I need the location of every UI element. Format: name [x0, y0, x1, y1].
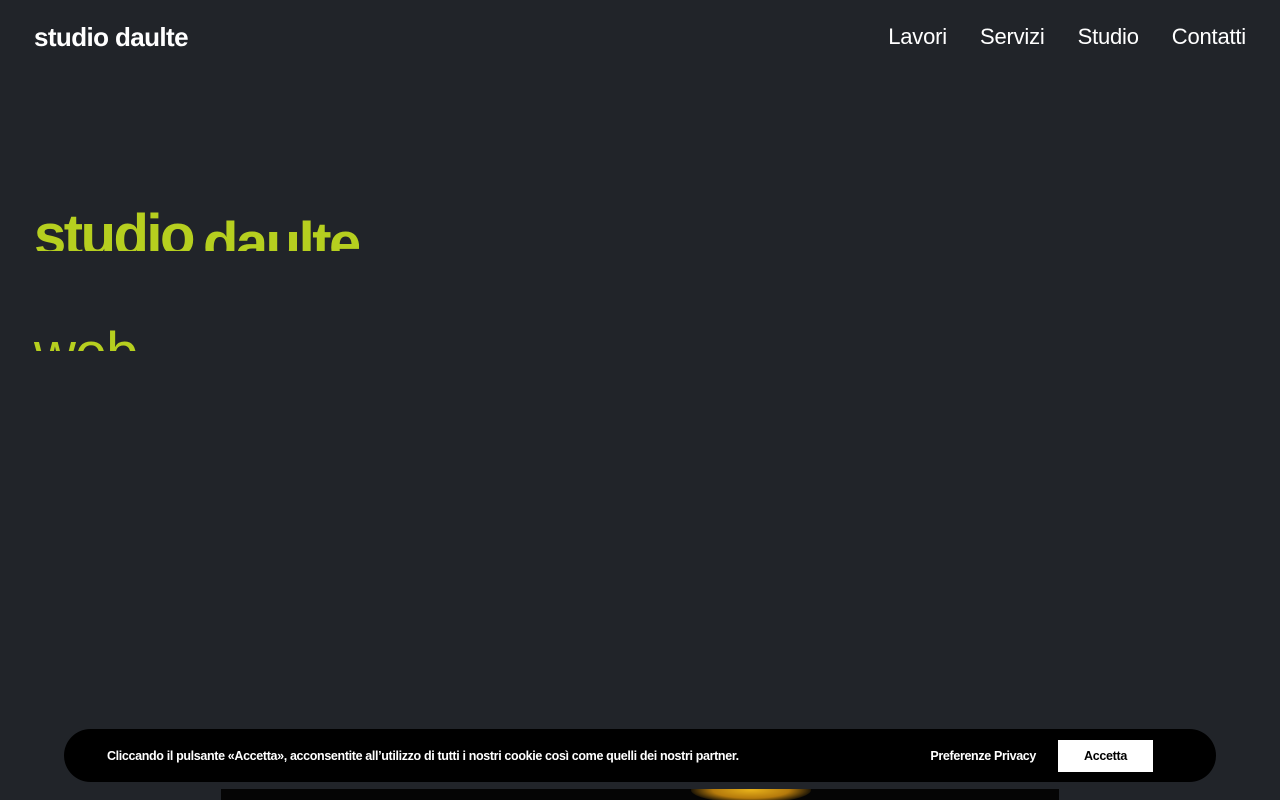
main-nav: Lavori Servizi Studio Contatti: [888, 24, 1246, 50]
nav-item-contatti[interactable]: Contatti: [1172, 24, 1246, 50]
site-header: studio daulte Lavori Servizi Studio Cont…: [0, 0, 1280, 74]
nav-item-servizi[interactable]: Servizi: [980, 24, 1045, 50]
hero-title-line-2: web: [34, 318, 137, 351]
hero-title-line-1: studio daulte: [34, 190, 359, 251]
media-highlight: [691, 789, 811, 800]
nav-item-lavori[interactable]: Lavori: [888, 24, 947, 50]
nav-item-studio[interactable]: Studio: [1078, 24, 1139, 50]
hero-word-studio: studio: [34, 203, 195, 251]
hero-word-web: web: [34, 320, 137, 351]
privacy-preferences-link[interactable]: Preferenze Privacy: [930, 749, 1036, 763]
cookie-banner-text: Cliccando il pulsante «Accetta», acconse…: [107, 748, 739, 763]
site-logo[interactable]: studio daulte: [34, 22, 189, 53]
cookie-banner: Cliccando il pulsante «Accetta», acconse…: [64, 729, 1216, 782]
accept-cookies-button[interactable]: Accetta: [1058, 739, 1153, 772]
hero-media-image: [221, 789, 1059, 800]
hero-word-daulte: daulte: [202, 211, 359, 251]
page: studio daulte Lavori Servizi Studio Cont…: [0, 0, 1280, 800]
